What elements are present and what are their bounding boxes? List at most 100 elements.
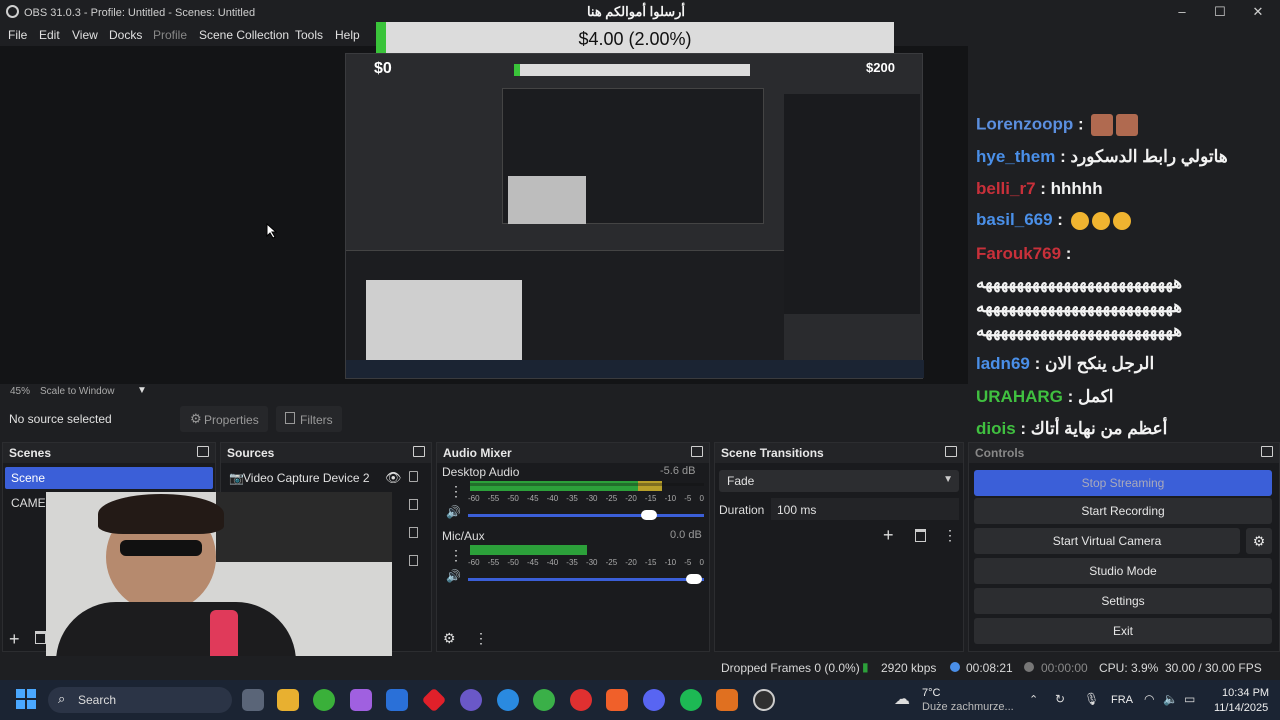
- dock-popout-icon[interactable]: [1261, 446, 1273, 457]
- menu-help[interactable]: Help: [335, 28, 360, 42]
- obs-taskbar-icon[interactable]: [753, 689, 775, 711]
- scale-tick-label: -5: [684, 558, 692, 567]
- task-view-icon[interactable]: [242, 689, 264, 711]
- trash-icon[interactable]: [915, 529, 926, 542]
- duration-value: 100 ms: [777, 503, 817, 517]
- camera-icon: 📷: [229, 471, 244, 485]
- scene-transitions-dock: Scene Transitions Fade ▼ Duration 100 ms…: [714, 442, 964, 652]
- scale-tick-label: -55: [487, 558, 500, 567]
- inner-taskbar: [346, 360, 924, 378]
- wifi-icon[interactable]: ◠: [1144, 692, 1154, 706]
- speaker-icon[interactable]: 🔊: [446, 569, 461, 583]
- volume-icon[interactable]: 🔈: [1163, 692, 1178, 706]
- dock-popout-icon[interactable]: [197, 446, 209, 457]
- lock-icon[interactable]: [409, 499, 418, 510]
- emote-icon: [1091, 114, 1114, 136]
- add-scene-icon[interactable]: +: [9, 629, 20, 650]
- brave-icon[interactable]: [606, 689, 628, 711]
- transition-menu-icon[interactable]: ⋮: [943, 527, 957, 544]
- microphone-icon[interactable]: 🎙: [1084, 692, 1099, 706]
- menu-tools[interactable]: Tools: [295, 28, 323, 42]
- volume-slider-handle[interactable]: [685, 574, 702, 584]
- stop-streaming-button[interactable]: Stop Streaming: [974, 470, 1272, 496]
- app-icon[interactable]: [716, 689, 738, 711]
- clock-time[interactable]: 10:34 PM: [1222, 687, 1269, 699]
- trash-icon[interactable]: [35, 631, 46, 644]
- menu-profile[interactable]: Profile: [153, 28, 187, 42]
- inner-webcam-large: [366, 280, 522, 368]
- scene-item-selected[interactable]: Scene: [5, 467, 213, 489]
- volume-slider-handle[interactable]: [640, 510, 657, 520]
- scale-tick-label: 0: [699, 494, 704, 503]
- clock-date[interactable]: 11/14/2025: [1214, 702, 1268, 714]
- edge-icon[interactable]: [497, 689, 519, 711]
- store-icon[interactable]: [386, 689, 408, 711]
- scale-dropdown-icon[interactable]: ▼: [137, 385, 147, 396]
- chevron-up-icon[interactable]: ⌃: [1029, 693, 1038, 706]
- lock-icon[interactable]: [409, 527, 418, 538]
- channel-menu-icon[interactable]: ⋮: [449, 547, 463, 564]
- lock-icon[interactable]: [409, 471, 418, 482]
- volume-slider[interactable]: [468, 510, 704, 520]
- speaker-icon[interactable]: 🔊: [446, 505, 461, 519]
- scale-tick-label: -45: [526, 494, 539, 503]
- add-transition-icon[interactable]: +: [883, 525, 894, 546]
- file-explorer-icon[interactable]: [277, 689, 299, 711]
- studio-mode-button[interactable]: Studio Mode: [974, 558, 1272, 584]
- scale-tick-label: -40: [546, 494, 559, 503]
- menu-docks[interactable]: Docks: [109, 28, 142, 42]
- xbox-icon[interactable]: [313, 689, 335, 711]
- spotify-icon[interactable]: [680, 689, 702, 711]
- transition-select[interactable]: Fade ▼: [719, 470, 959, 492]
- lock-icon[interactable]: [409, 555, 418, 566]
- eye-icon[interactable]: 👁: [385, 470, 402, 486]
- bitrate: 2920 kbps: [881, 661, 937, 675]
- inner-donation-fill: [514, 64, 520, 76]
- close-button[interactable]: ✕: [1246, 4, 1270, 22]
- source-item[interactable]: Video Capture Device 2: [243, 471, 370, 485]
- streaming-icon: [950, 662, 960, 672]
- scale-mode-label[interactable]: Scale to Window: [40, 386, 114, 397]
- windows-start-icon[interactable]: [16, 689, 36, 709]
- exit-button[interactable]: Exit: [974, 618, 1272, 644]
- menu-view[interactable]: View: [72, 28, 98, 42]
- virtual-camera-settings-icon[interactable]: ⚙: [1246, 528, 1272, 554]
- minimize-button[interactable]: –: [1170, 4, 1194, 22]
- dock-popout-icon[interactable]: [413, 446, 425, 457]
- mixer-menu-icon[interactable]: ⋮: [474, 630, 488, 647]
- menu-edit[interactable]: Edit: [39, 28, 60, 42]
- menu-scene-collection[interactable]: Scene Collection: [199, 28, 289, 42]
- scale-tick-label: -10: [664, 558, 677, 567]
- app-icon[interactable]: [533, 689, 555, 711]
- filters-button[interactable]: Filters: [276, 406, 342, 432]
- dock-popout-icon[interactable]: [691, 446, 703, 457]
- messenger-icon[interactable]: [460, 689, 482, 711]
- opera-icon[interactable]: [570, 689, 592, 711]
- dock-popout-icon[interactable]: [945, 446, 957, 457]
- mixer-settings-icon[interactable]: ⚙: [443, 630, 456, 647]
- fps: 30.00 / 30.00 FPS: [1165, 661, 1262, 675]
- menu-file[interactable]: File: [8, 28, 27, 42]
- scale-tick-label: -40: [546, 558, 559, 567]
- virtual-camera-button[interactable]: Start Virtual Camera: [974, 528, 1240, 554]
- chat-username: belli_r7: [976, 179, 1036, 198]
- no-source-label: No source selected: [9, 412, 112, 426]
- taskbar-search[interactable]: ⌕ Search: [48, 687, 232, 713]
- duration-spinbox[interactable]: 100 ms: [771, 498, 959, 520]
- scale-tick-label: -55: [487, 494, 500, 503]
- settings-button[interactable]: Settings: [974, 588, 1272, 614]
- window-title: OBS 31.0.3 - Profile: Untitled - Scenes:…: [24, 7, 256, 19]
- channel-menu-icon[interactable]: ⋮: [449, 483, 463, 500]
- battery-icon[interactable]: ▭: [1184, 692, 1195, 706]
- scale-tick-label: -50: [507, 494, 519, 503]
- discord-icon[interactable]: [643, 689, 665, 711]
- chat-text: : اكمل: [1062, 387, 1114, 406]
- volume-slider[interactable]: [468, 574, 704, 584]
- language-indicator[interactable]: FRA: [1111, 694, 1133, 706]
- start-recording-button[interactable]: Start Recording: [974, 498, 1272, 524]
- copilot-icon[interactable]: [350, 689, 372, 711]
- maximize-button[interactable]: ☐: [1208, 4, 1232, 22]
- sync-icon[interactable]: ↻: [1055, 692, 1065, 706]
- controls-title: Controls: [975, 446, 1025, 460]
- properties-button[interactable]: ⚙ Properties: [180, 406, 268, 432]
